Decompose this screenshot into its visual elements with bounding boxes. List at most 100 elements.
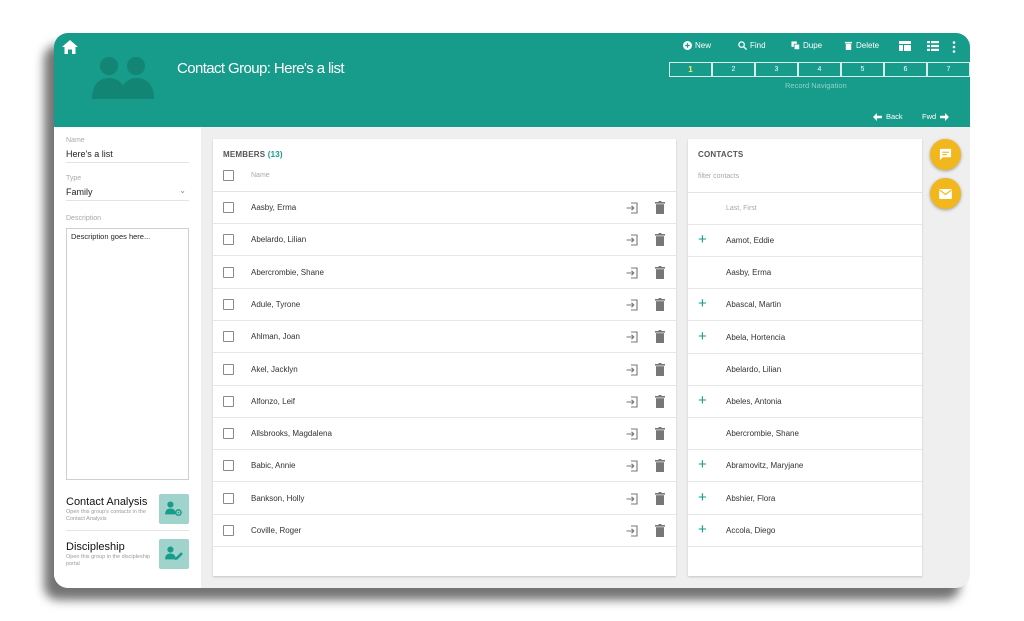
open-record-icon[interactable] [626, 428, 638, 440]
member-name: Aasby, Erma [251, 203, 297, 212]
trash-icon [844, 41, 853, 50]
row-checkbox[interactable] [223, 460, 234, 472]
open-record-icon[interactable] [626, 299, 638, 311]
table-row[interactable]: Abelardo, Lilian [213, 224, 676, 257]
add-contact-icon[interactable]: + [698, 521, 707, 539]
list-item[interactable]: Abercrombie, Shane [688, 418, 922, 451]
row-checkbox[interactable] [223, 428, 234, 440]
trash-icon[interactable] [655, 362, 665, 376]
table-row[interactable]: Alfonzo, Leif [213, 386, 676, 418]
open-record-icon[interactable] [626, 267, 638, 279]
filter-contacts-input[interactable]: filter contacts [698, 173, 739, 180]
table-row[interactable]: Allsbrooks, Magdalena [213, 418, 676, 451]
table-row[interactable]: Abercrombie, Shane [213, 257, 676, 289]
trash-icon[interactable] [655, 201, 665, 214]
row-checkbox[interactable] [223, 492, 234, 504]
select-all-checkbox[interactable] [223, 170, 234, 181]
trash-icon[interactable] [655, 491, 665, 505]
open-record-icon[interactable] [626, 331, 638, 343]
open-record-icon[interactable] [626, 396, 638, 408]
add-contact-icon[interactable]: + [698, 489, 707, 507]
open-record-icon[interactable] [626, 525, 638, 537]
table-row[interactable]: Aasby, Erma [213, 192, 676, 224]
page-2-button[interactable]: 2 [712, 62, 755, 77]
dupe-button[interactable]: Dupe [791, 41, 822, 50]
trash-icon[interactable] [655, 330, 665, 344]
add-contact-icon[interactable]: + [698, 392, 707, 410]
find-button-label: Find [750, 41, 766, 50]
list-item[interactable]: + Accola, Diego [688, 515, 922, 547]
trash-icon[interactable] [655, 524, 665, 537]
list-item[interactable]: + Abramovitz, Maryjane [688, 450, 922, 483]
name-field[interactable]: Here's a list [66, 149, 189, 163]
row-checkbox[interactable] [223, 363, 234, 375]
more-menu-button[interactable] [952, 41, 956, 53]
member-name: Coville, Roger [251, 526, 302, 535]
contact-name: Accola, Diego [726, 525, 776, 535]
row-checkbox[interactable] [223, 331, 234, 343]
table-row[interactable]: Ahlman, Joan [213, 321, 676, 354]
list-view-button[interactable] [927, 41, 939, 51]
members-count: (13) [267, 150, 283, 159]
open-record-icon[interactable] [626, 202, 638, 214]
forward-button[interactable]: Fwd [922, 112, 950, 121]
trash-icon[interactable] [655, 427, 665, 441]
layout-view-button[interactable] [899, 41, 911, 51]
delete-button[interactable]: Delete [844, 41, 879, 50]
table-row[interactable]: Babic, Annie [213, 450, 676, 483]
table-row[interactable]: Bankson, Holly [213, 483, 676, 515]
record-pager: 1234567 [669, 62, 970, 77]
user-gear-icon [165, 501, 182, 516]
row-checkbox[interactable] [223, 266, 234, 278]
page-5-button[interactable]: 5 [841, 62, 884, 77]
list-item[interactable]: + Abshier, Flora [688, 483, 922, 515]
name-column-header[interactable]: Name [251, 172, 270, 179]
row-checkbox[interactable] [223, 234, 234, 246]
contact-analysis-button[interactable] [159, 494, 189, 524]
page-1-button[interactable]: 1 [669, 62, 712, 77]
page-3-button[interactable]: 3 [755, 62, 798, 77]
discipleship-button[interactable] [159, 539, 189, 569]
find-button[interactable]: Find [738, 41, 766, 50]
add-contact-icon[interactable]: + [698, 295, 707, 313]
email-button[interactable] [930, 178, 961, 209]
new-contact-row[interactable]: Last, First [688, 193, 922, 225]
contact-name: Aamot, Eddie [726, 236, 775, 245]
page-4-button[interactable]: 4 [798, 62, 841, 77]
table-row[interactable]: Akel, Jacklyn [213, 354, 676, 386]
table-row[interactable]: Adule, Tyrone [213, 289, 676, 321]
new-button[interactable]: New [683, 41, 711, 50]
row-checkbox[interactable] [223, 202, 234, 213]
trash-icon[interactable] [655, 394, 665, 408]
page-7-button[interactable]: 7 [927, 62, 970, 77]
trash-icon[interactable] [655, 233, 665, 247]
app-window: Contact Group: Here's a list New Find Du… [54, 33, 970, 588]
row-checkbox[interactable] [223, 395, 234, 407]
trash-icon[interactable] [655, 265, 665, 279]
search-icon [738, 41, 747, 50]
list-item[interactable]: + Abela, Hortencia [688, 322, 922, 354]
open-record-icon[interactable] [626, 234, 638, 246]
add-contact-icon[interactable]: + [698, 456, 707, 474]
row-checkbox[interactable] [223, 298, 234, 310]
type-select[interactable]: Family ⌄ [66, 186, 189, 201]
add-contact-icon[interactable]: + [698, 328, 707, 346]
back-button[interactable]: Back [873, 112, 903, 121]
list-item[interactable]: + Abeles, Antonia [688, 386, 922, 418]
page-6-button[interactable]: 6 [884, 62, 927, 77]
list-item[interactable]: + Abascal, Martin [688, 289, 922, 322]
open-record-icon[interactable] [626, 460, 638, 472]
chat-button[interactable] [930, 139, 961, 170]
add-contact-icon[interactable]: + [698, 231, 707, 249]
table-row[interactable]: Coville, Roger [213, 515, 676, 547]
row-checkbox[interactable] [223, 525, 234, 536]
trash-icon[interactable] [655, 297, 665, 311]
open-record-icon[interactable] [626, 363, 638, 376]
list-item[interactable]: Abelardo, Lilian [688, 354, 922, 386]
description-textarea[interactable]: Description goes here... [66, 228, 189, 480]
list-item[interactable]: + Aamot, Eddie [688, 225, 922, 257]
member-name: Ahlman, Joan [251, 332, 300, 342]
trash-icon[interactable] [655, 459, 665, 473]
open-record-icon[interactable] [626, 493, 638, 505]
list-item[interactable]: Aasby, Erma [688, 257, 922, 290]
